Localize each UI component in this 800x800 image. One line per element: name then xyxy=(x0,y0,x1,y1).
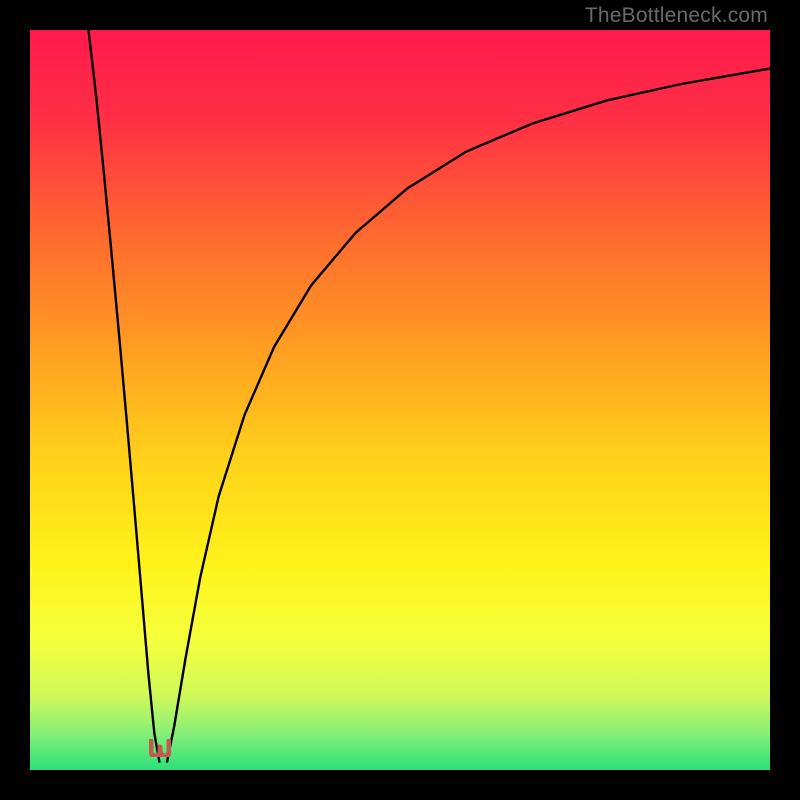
chart-frame: TheBottleneck.com xyxy=(0,0,800,800)
bottleneck-curve xyxy=(30,30,770,770)
minimum-marker-icon xyxy=(149,739,171,757)
watermark-text: TheBottleneck.com xyxy=(585,4,768,28)
curve-right-branch xyxy=(167,69,770,763)
curve-left-branch xyxy=(89,30,160,763)
u-shape-path xyxy=(151,741,169,756)
plot-area xyxy=(30,30,770,770)
